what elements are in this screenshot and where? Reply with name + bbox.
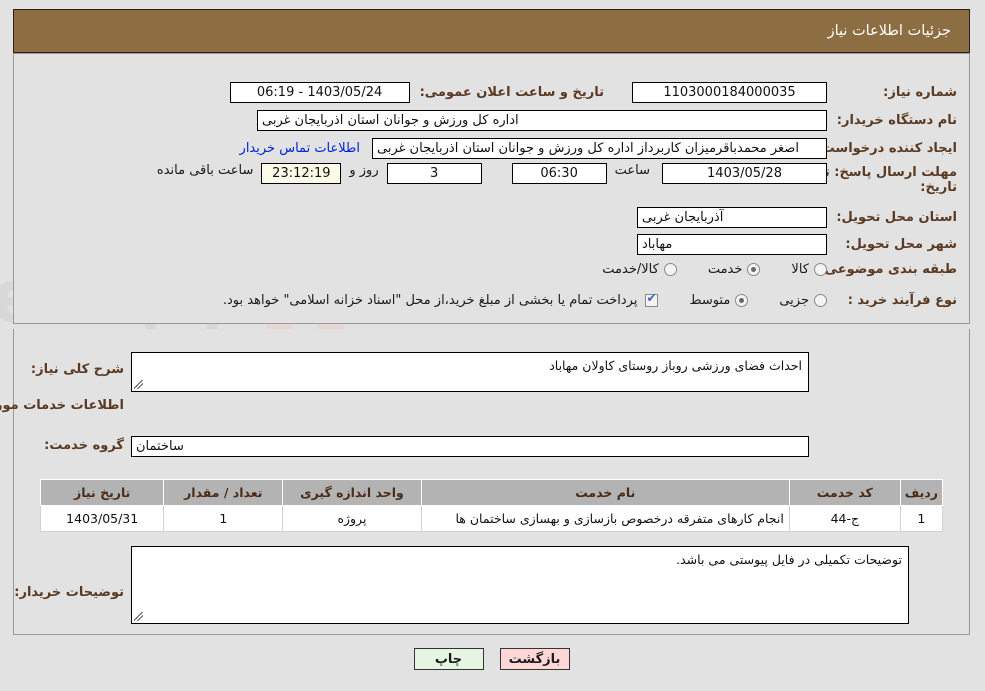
category-option-1[interactable]: خدمت xyxy=(704,262,762,277)
buyer-org-label: نام دستگاه خریدار: xyxy=(837,113,958,128)
print-button[interactable]: چاپ xyxy=(414,648,485,670)
services-heading-wrap: اطلاعات خدمات مورد نیاز xyxy=(0,394,125,413)
city-label: شهر محل تحویل: xyxy=(846,237,958,252)
requester-row: ایجاد کننده درخواست: اصغر محمدباقرمیزان … xyxy=(241,138,958,159)
process-radio-1[interactable] xyxy=(736,294,750,307)
treasury-note: پرداخت تمام یا بخشی از مبلغ خرید،از محل … xyxy=(223,293,639,308)
province-row: استان محل تحویل: آذربایجان غربی xyxy=(638,207,958,228)
requester-value: اصغر محمدباقرمیزان کاربرداز اداره کل ورز… xyxy=(373,138,828,159)
description-label: شرح کلی نیاز: xyxy=(31,362,125,377)
days-word: روز و xyxy=(350,163,380,178)
deadline-label-line2: تاریخ: xyxy=(921,180,958,195)
col-index: ردیف xyxy=(900,479,945,506)
table-header-row: ردیف کد خدمت نام خدمت واحد اندازه گیری ت… xyxy=(40,479,945,506)
col-need-date: تاریخ نیاز xyxy=(40,479,166,506)
service-group-label: گروه خدمت: xyxy=(45,438,125,453)
province-value: آذربایجان غربی xyxy=(638,207,828,228)
col-name: نام خدمت xyxy=(421,479,791,506)
footer-buttons: بازگشت چاپ xyxy=(0,648,985,670)
cell-index: 1 xyxy=(900,505,945,532)
need-number-row: شماره نیاز: 1103000184000035 تاریخ و ساع… xyxy=(230,82,958,103)
days-remaining-value: 3 xyxy=(387,163,483,184)
process-label-1: متوسط xyxy=(690,293,732,308)
buyer-notes-label-wrap: توضیحات خریدار: xyxy=(15,581,125,600)
buyer-notes-value: توضیحات تکمیلی در فایل پیوستی می باشد. xyxy=(677,552,903,567)
category-option-0[interactable]: کالا xyxy=(787,262,828,277)
category-radio-2[interactable] xyxy=(664,263,678,276)
category-label-2: کالا/خدمت xyxy=(603,262,660,277)
remaining-suffix: ساعت باقی مانده xyxy=(157,163,255,178)
cell-qty: 1 xyxy=(164,505,285,532)
services-heading: اطلاعات خدمات مورد نیاز xyxy=(0,398,125,413)
description-textarea[interactable]: احداث فضای ورزشی روباز روستای کاولان مها… xyxy=(132,352,810,392)
services-table: ردیف کد خدمت نام خدمت واحد اندازه گیری ت… xyxy=(40,479,945,532)
cell-need-date: 1403/05/31 xyxy=(40,505,166,532)
process-type-row: نوع فرآیند خرید : جزیی متوسط پرداخت تمام… xyxy=(223,291,958,308)
description-value: احداث فضای ورزشی روباز روستای کاولان مها… xyxy=(550,358,803,373)
cell-code: ج-44 xyxy=(789,505,902,532)
need-number-label: شماره نیاز: xyxy=(884,85,958,100)
category-row: طبقه بندی موضوعی: کالا خدمت کالا/خدمت xyxy=(598,262,958,277)
province-label: استان محل تحویل: xyxy=(837,210,958,225)
buyer-notes-textarea[interactable]: توضیحات تکمیلی در فایل پیوستی می باشد. xyxy=(132,546,910,624)
page-title: جزئیات اطلاعات نیاز xyxy=(828,23,952,39)
process-radio-0[interactable] xyxy=(815,294,828,307)
process-label-0: جزیی xyxy=(780,293,810,308)
category-radio-0[interactable] xyxy=(815,263,828,276)
buyer-contact-link[interactable]: اطلاعات تماس خریدار xyxy=(241,141,361,156)
deadline-date-value: 1403/05/28 xyxy=(663,163,828,184)
cell-unit: پروژه xyxy=(283,505,423,532)
category-radio-1[interactable] xyxy=(748,263,762,276)
col-unit: واحد اندازه گیری xyxy=(283,479,423,506)
treasury-checkbox[interactable] xyxy=(646,291,660,307)
process-option-0[interactable]: جزیی xyxy=(775,293,828,308)
deadline-hour-value: 06:30 xyxy=(512,163,608,184)
category-option-2[interactable]: کالا/خدمت xyxy=(598,262,678,277)
table-row: 1 ج-44 انجام کارهای متفرقه درخصوص بازساز… xyxy=(40,505,945,532)
deadline-row: مهلت ارسال پاسخ: تا تاریخ: 1403/05/28 سا… xyxy=(158,163,958,195)
cell-name: انجام کارهای متفرقه درخصوص بازسازی و بهس… xyxy=(421,505,791,532)
deadline-hour-label: ساعت xyxy=(615,163,651,178)
announce-datetime-value: 1403/05/24 - 06:19 xyxy=(230,82,411,103)
need-number-value: 1103000184000035 xyxy=(633,82,828,103)
requester-label: ایجاد کننده درخواست: xyxy=(817,141,958,156)
back-button[interactable]: بازگشت xyxy=(500,648,571,670)
buyer-notes-label: توضیحات خریدار: xyxy=(15,585,125,600)
description-label-wrap: شرح کلی نیاز: xyxy=(32,358,125,377)
buyer-org-row: نام دستگاه خریدار: اداره کل ورزش و جوانا… xyxy=(258,110,958,131)
category-label-1: خدمت xyxy=(708,262,744,277)
city-value: مهاباد xyxy=(638,234,828,255)
col-code: کد خدمت xyxy=(789,479,902,506)
service-group-value: ساختمان xyxy=(132,436,810,457)
announce-datetime-label: تاریخ و ساعت اعلان عمومی: xyxy=(420,85,605,100)
deadline-label-line1: مهلت ارسال پاسخ: تا xyxy=(820,165,958,180)
deadline-label: مهلت ارسال پاسخ: تا تاریخ: xyxy=(821,163,958,195)
page-header: جزئیات اطلاعات نیاز xyxy=(14,9,971,53)
city-row: شهر محل تحویل: مهاباد xyxy=(638,234,958,255)
process-option-1[interactable]: متوسط xyxy=(685,293,750,308)
category-label-0: کالا xyxy=(792,262,810,277)
category-label: طبقه بندی موضوعی: xyxy=(820,262,958,277)
time-remaining-value: 23:12:19 xyxy=(262,163,343,184)
col-qty: تعداد / مقدار xyxy=(164,479,285,506)
buyer-org-value: اداره کل ورزش و جوانان استان اذربایجان غ… xyxy=(258,110,828,131)
process-label: نوع فرآیند خرید : xyxy=(848,293,958,308)
page-root: riaTender.net جزئیات اطلاعات نیاز شماره … xyxy=(0,0,985,691)
service-group-label-wrap: گروه خدمت: xyxy=(45,438,125,453)
